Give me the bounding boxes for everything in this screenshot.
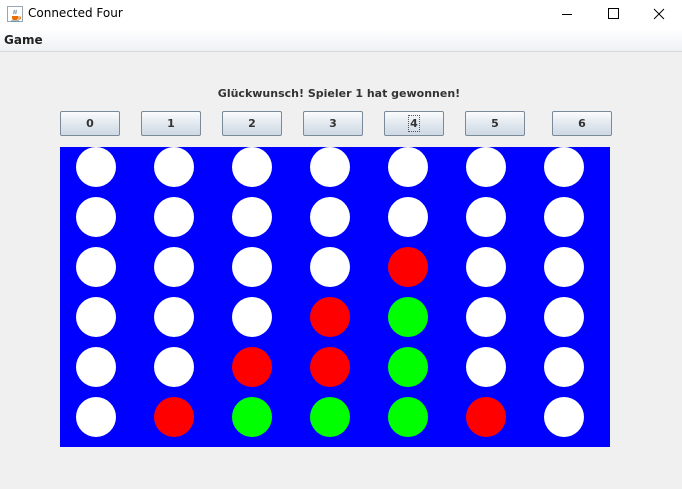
close-icon xyxy=(653,8,665,20)
column-button-label: 1 xyxy=(167,117,175,130)
column-button-label: 4 xyxy=(408,115,420,132)
board-cell-empty xyxy=(232,247,272,287)
title-bar: Connected Four xyxy=(0,0,682,29)
board-cell-empty xyxy=(544,147,584,187)
board-cell-empty xyxy=(154,197,194,237)
board-cell-empty xyxy=(76,197,116,237)
column-button-5[interactable]: 5 xyxy=(465,111,525,136)
board-cell-empty xyxy=(388,197,428,237)
column-button-label: 5 xyxy=(491,117,499,130)
column-button-label: 6 xyxy=(578,117,586,130)
column-button-6[interactable]: 6 xyxy=(552,111,612,136)
board-cell-empty xyxy=(232,147,272,187)
board-cell-empty xyxy=(544,197,584,237)
minimize-button[interactable] xyxy=(544,0,590,29)
board-cell-empty xyxy=(388,147,428,187)
board-cell-red xyxy=(310,347,350,387)
board-cell-empty xyxy=(76,147,116,187)
game-board xyxy=(60,147,610,447)
maximize-button[interactable] xyxy=(590,0,636,29)
java-cup-icon xyxy=(7,6,23,22)
column-button-label: 3 xyxy=(329,117,337,130)
board-cell-empty xyxy=(544,397,584,437)
board-cell-red xyxy=(310,297,350,337)
board-cell-empty xyxy=(76,347,116,387)
board-cell-empty xyxy=(154,147,194,187)
board-cell-empty xyxy=(154,347,194,387)
board-cell-green xyxy=(388,347,428,387)
board-cell-empty xyxy=(544,347,584,387)
board-cell-empty xyxy=(310,247,350,287)
board-cell-red xyxy=(154,397,194,437)
board-cell-empty xyxy=(232,197,272,237)
column-button-label: 2 xyxy=(248,117,256,130)
column-button-label: 0 xyxy=(86,117,94,130)
board-cell-empty xyxy=(154,297,194,337)
board-cell-empty xyxy=(154,247,194,287)
board-cell-empty xyxy=(76,297,116,337)
column-button-3[interactable]: 3 xyxy=(303,111,363,136)
board-cell-empty xyxy=(466,247,506,287)
board-cell-empty xyxy=(466,297,506,337)
status-message-container: Glückwunsch! Spieler 1 hat gewonnen! xyxy=(0,87,682,100)
status-message: Glückwunsch! Spieler 1 hat gewonnen! xyxy=(217,87,461,100)
board-cell-red xyxy=(232,347,272,387)
board-cell-empty xyxy=(466,197,506,237)
window-title: Connected Four xyxy=(28,6,123,20)
board-cell-empty xyxy=(76,247,116,287)
board-cell-empty xyxy=(310,197,350,237)
column-button-2[interactable]: 2 xyxy=(222,111,282,136)
board-cell-red xyxy=(388,247,428,287)
menu-game[interactable]: Game xyxy=(4,33,43,47)
menu-bar: Game xyxy=(0,29,682,52)
board-cell-red xyxy=(466,397,506,437)
board-cell-empty xyxy=(466,347,506,387)
maximize-icon xyxy=(608,8,619,19)
column-button-1[interactable]: 1 xyxy=(141,111,201,136)
board-cell-empty xyxy=(232,297,272,337)
board-cell-empty xyxy=(544,247,584,287)
board-cell-green xyxy=(310,397,350,437)
minimize-icon xyxy=(562,14,572,15)
close-button[interactable] xyxy=(636,0,682,29)
board-cell-empty xyxy=(76,397,116,437)
column-button-0[interactable]: 0 xyxy=(60,111,120,136)
board-cell-empty xyxy=(466,147,506,187)
board-cell-green xyxy=(388,297,428,337)
board-cell-green xyxy=(232,397,272,437)
board-cell-empty xyxy=(310,147,350,187)
column-button-4[interactable]: 4 xyxy=(384,111,444,136)
board-cell-green xyxy=(388,397,428,437)
board-cell-empty xyxy=(544,297,584,337)
